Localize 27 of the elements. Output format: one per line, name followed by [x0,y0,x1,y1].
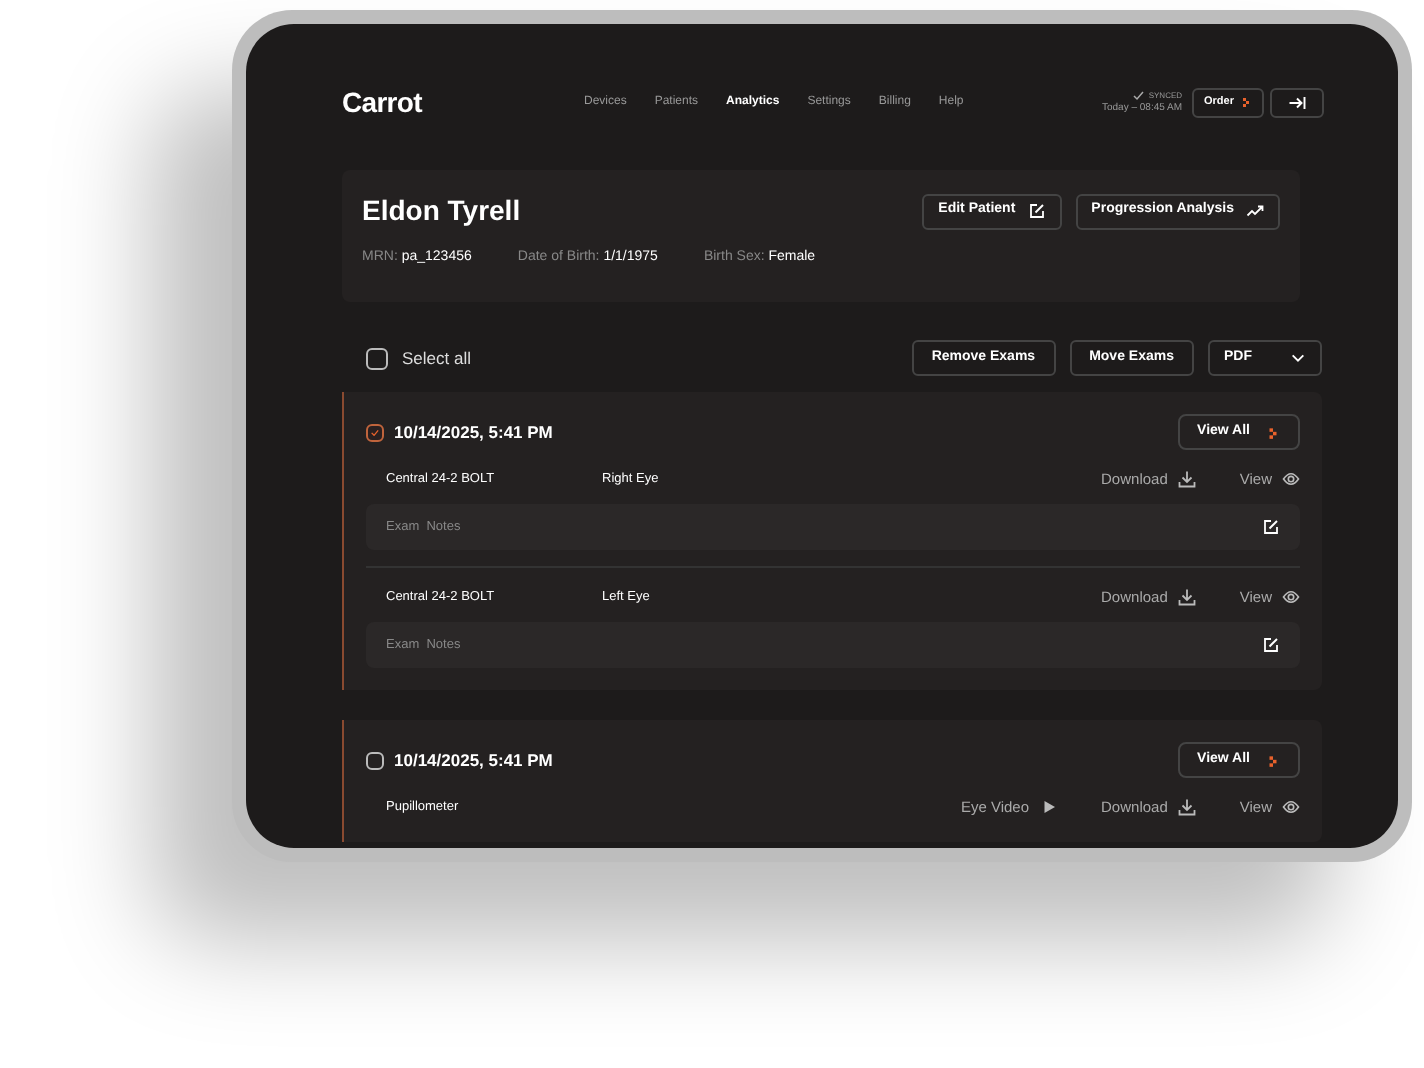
dots-icon [1266,753,1280,767]
check-icon [370,427,380,437]
checkbox[interactable] [366,423,384,441]
eye-icon [1282,588,1300,606]
exit-icon [1288,93,1306,111]
checkbox[interactable] [366,751,384,769]
play-icon [1039,798,1058,816]
download-icon [1177,798,1196,816]
edit-icon [1027,202,1046,220]
edit-icon [1262,518,1280,536]
edit-icon [1262,636,1280,654]
dots-icon [1266,425,1280,439]
logo: Carrot [342,83,425,121]
trend-icon [1246,202,1264,220]
dots-icon [1240,96,1252,108]
exam-date: 10/14/2025, 5:41 PM [394,747,553,773]
check-icon [1132,89,1145,101]
select-all-label: Select all [402,345,471,371]
exam-date: 10/14/2025, 5:41 PM [394,419,553,445]
eye-icon [1282,470,1300,488]
eye-icon [1282,798,1300,816]
patient-name: Eldon Tyrell [362,192,521,230]
logout-button[interactable] [1270,87,1324,117]
download-icon [1177,588,1196,606]
chevron-down-icon [1290,350,1306,366]
checkbox[interactable] [366,347,388,369]
download-icon [1177,470,1196,488]
